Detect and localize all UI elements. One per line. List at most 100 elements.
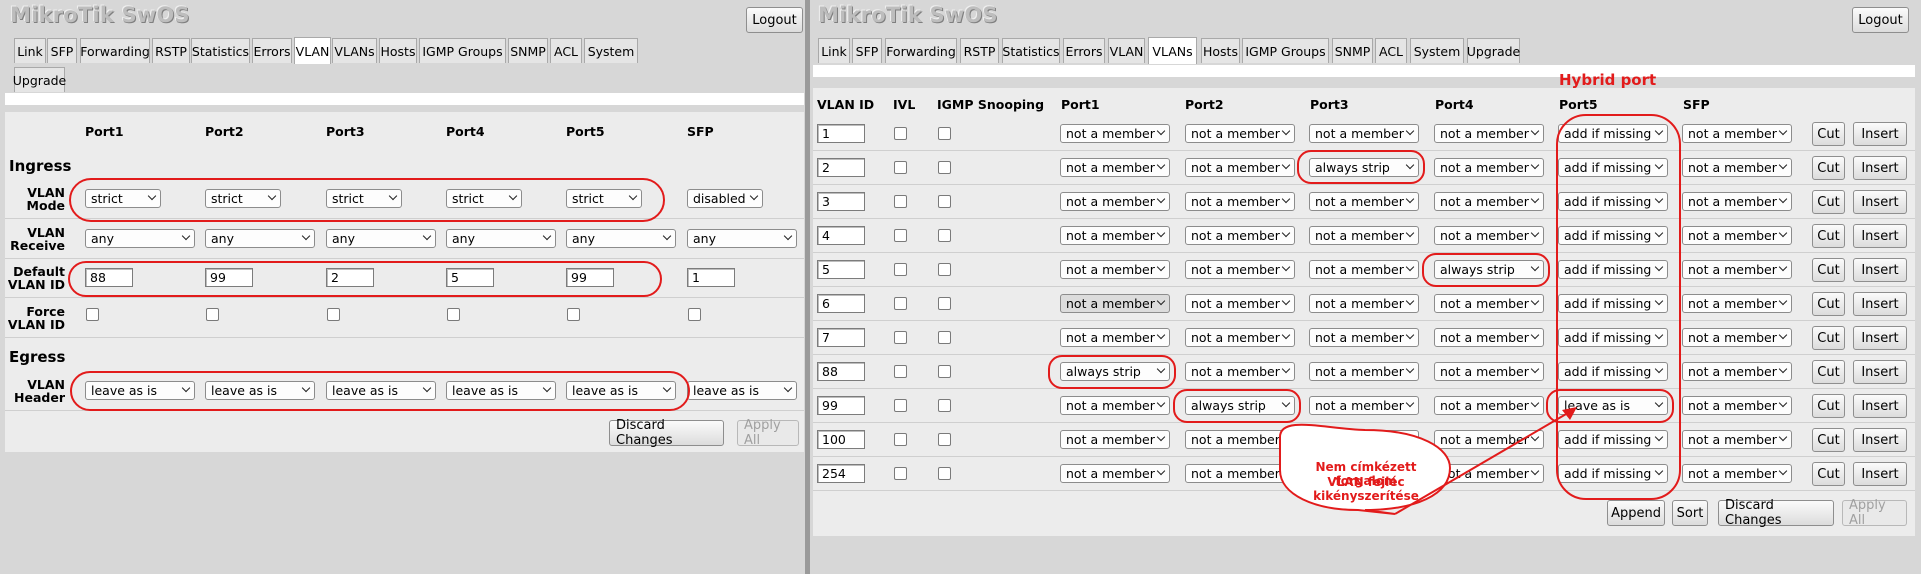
default-vlan-id-port5-input[interactable]: 99 [566, 268, 614, 287]
tab-acl[interactable]: ACL [550, 38, 582, 63]
tab-vlans[interactable]: VLANs [332, 38, 377, 63]
sort-button[interactable]: Sort [1672, 500, 1708, 526]
select-value: leave as is [332, 383, 399, 398]
tab-snmp[interactable]: SNMP [508, 38, 548, 63]
row-separator [5, 297, 804, 298]
callout-arrow-head [1562, 407, 1577, 420]
select-value: leave as is [572, 383, 639, 398]
force-vlan-id-sfp-checkbox[interactable] [688, 308, 701, 321]
discard-changes-button[interactable]: Discard Changes [1718, 498, 1834, 528]
force-vlan-id-port2-checkbox[interactable] [206, 308, 219, 321]
tab-sfp[interactable]: SFP [47, 38, 77, 63]
select-value: any [211, 231, 234, 246]
select-value: leave as is [693, 383, 760, 398]
tab-statistics[interactable]: Statistics [191, 38, 250, 63]
tab-forwarding[interactable]: Forwarding [80, 38, 150, 63]
chevron-down-icon [542, 383, 552, 393]
tab-panel-strip [5, 93, 804, 105]
column-header-sfp: SFP [687, 124, 714, 139]
select-value: leave as is [211, 383, 278, 398]
force-vlan-id-label: Force VLAN ID [7, 305, 65, 331]
tab-igmp-groups[interactable]: IGMP Groups [419, 38, 506, 63]
select-value: any [452, 231, 475, 246]
column-header-port5: Port5 [566, 124, 605, 139]
tab-system[interactable]: System [584, 38, 638, 63]
vlan-receive-port3-select[interactable]: any [326, 229, 436, 248]
vlan-receive-port4-select[interactable]: any [446, 229, 556, 248]
default-vlan-id-port2-input[interactable]: 99 [205, 268, 253, 287]
select-value: strict [452, 191, 484, 206]
append-button[interactable]: Append [1607, 500, 1665, 526]
chevron-down-icon [662, 383, 672, 393]
tab-vlan[interactable]: VLAN [294, 37, 331, 64]
select-value: strict [91, 191, 123, 206]
row-separator [5, 258, 804, 259]
column-header-port4: Port4 [446, 124, 485, 139]
left-swos-window: MikroTik SwOS Logout Link SFP Forwarding RS… [0, 0, 805, 574]
label-line: VLAN ID [7, 317, 65, 332]
default-vlan-id-sfp-input[interactable]: 1 [687, 268, 735, 287]
vlan-header-port2-select[interactable]: leave as is [205, 381, 315, 400]
tab-errors[interactable]: Errors [252, 38, 292, 63]
chevron-down-icon [783, 383, 793, 393]
chevron-down-icon [628, 191, 638, 201]
default-vlan-id-port1-input[interactable]: 88 [85, 268, 133, 287]
callout-text-line-2: VLAN fejléc kikényszerítése [1313, 475, 1419, 503]
vlan-header-label: VLAN Header [7, 378, 65, 404]
default-vlan-id-port4-input[interactable]: 5 [446, 268, 494, 287]
label-line: Mode [26, 198, 65, 213]
chevron-down-icon [181, 383, 191, 393]
chevron-down-icon [422, 383, 432, 393]
chevron-down-icon [508, 191, 518, 201]
chevron-down-icon [749, 191, 759, 201]
row-separator [5, 410, 804, 411]
vlan-header-sfp-select[interactable]: leave as is [687, 381, 797, 400]
logout-button[interactable]: Logout [746, 7, 803, 33]
vlan-receive-port2-select[interactable]: any [205, 229, 315, 248]
vlan-receive-sfp-select[interactable]: any [687, 229, 797, 248]
select-value: strict [211, 191, 243, 206]
vlan-receive-port5-select[interactable]: any [566, 229, 676, 248]
vlan-mode-sfp-select[interactable]: disabled [687, 189, 763, 208]
default-vlan-id-port3-input[interactable]: 2 [326, 268, 374, 287]
vlan-header-port5-select[interactable]: leave as is [566, 381, 676, 400]
egress-heading: Egress [9, 348, 66, 366]
force-vlan-id-port3-checkbox[interactable] [327, 308, 340, 321]
vlan-mode-port4-select[interactable]: strict [446, 189, 522, 208]
select-value: any [332, 231, 355, 246]
force-vlan-id-port5-checkbox[interactable] [567, 308, 580, 321]
vlan-mode-port3-select[interactable]: strict [326, 189, 402, 208]
force-vlan-id-port1-checkbox[interactable] [86, 308, 99, 321]
tab-upgrade[interactable]: Upgrade [13, 67, 66, 92]
vlan-mode-port1-select[interactable]: strict [85, 189, 161, 208]
column-header-port3: Port3 [326, 124, 365, 139]
column-header-port1: Port1 [85, 124, 124, 139]
vlan-header-port3-select[interactable]: leave as is [326, 381, 436, 400]
apply-all-button[interactable]: Apply All [1842, 498, 1907, 528]
vlan-mode-port5-select[interactable]: strict [566, 189, 642, 208]
force-vlan-id-port4-checkbox[interactable] [447, 308, 460, 321]
label-line: Receive [10, 238, 65, 253]
column-header-port2: Port2 [205, 124, 244, 139]
vlan-header-port4-select[interactable]: leave as is [446, 381, 556, 400]
chevron-down-icon [542, 231, 552, 241]
tab-hosts[interactable]: Hosts [379, 38, 417, 63]
discard-changes-button[interactable]: Discard Changes [609, 418, 724, 448]
apply-all-button[interactable]: Apply All [737, 418, 799, 448]
chevron-down-icon [181, 231, 191, 241]
select-value: strict [572, 191, 604, 206]
select-value: any [572, 231, 595, 246]
chevron-down-icon [662, 231, 672, 241]
vlan-mode-label: VLAN Mode [7, 186, 65, 212]
vlan-mode-port2-select[interactable]: strict [205, 189, 281, 208]
vlan-header-port1-select[interactable]: leave as is [85, 381, 195, 400]
chevron-down-icon [267, 191, 277, 201]
chevron-down-icon [301, 231, 311, 241]
tab-rstp[interactable]: RSTP [152, 38, 190, 63]
chevron-down-icon [783, 231, 793, 241]
row-separator [5, 218, 804, 219]
tab-link[interactable]: Link [14, 38, 46, 63]
row-separator [5, 337, 804, 338]
label-line: VLAN ID [7, 277, 65, 292]
vlan-receive-port1-select[interactable]: any [85, 229, 195, 248]
